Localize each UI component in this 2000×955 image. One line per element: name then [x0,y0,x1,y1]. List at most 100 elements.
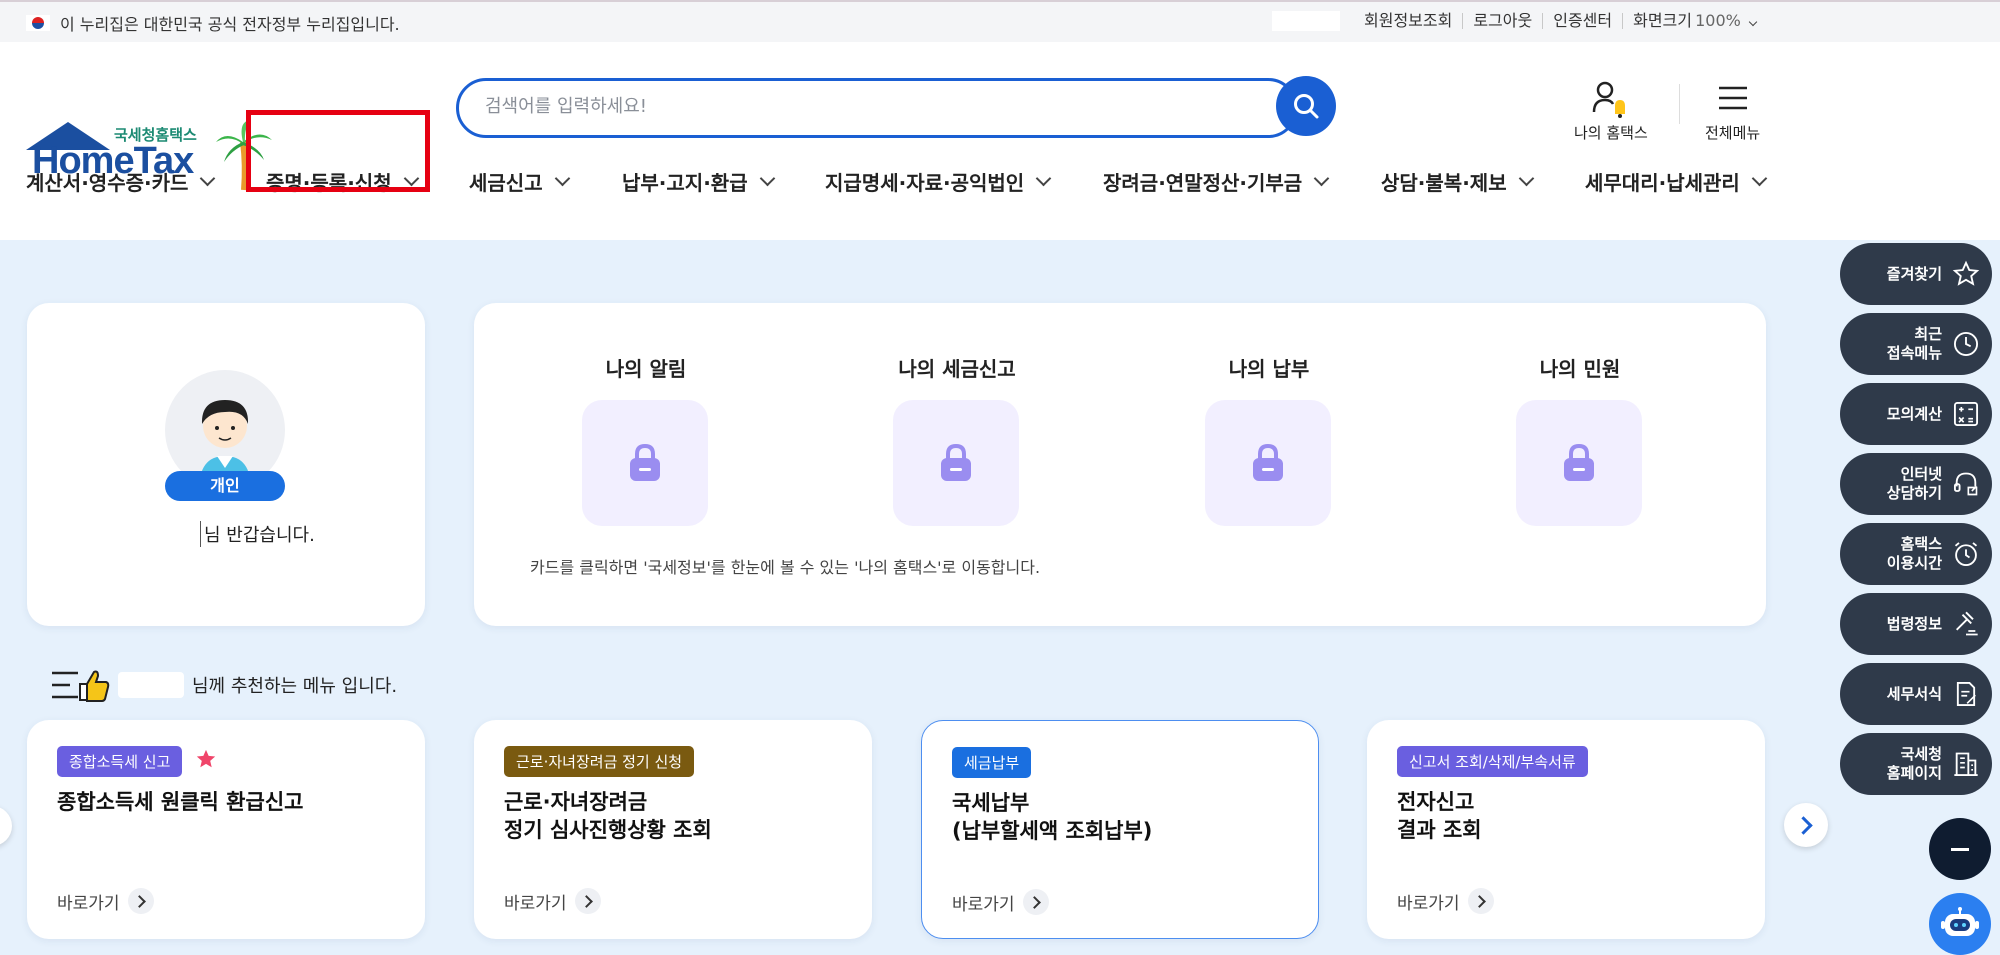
quick-label: 모의계산 [1886,404,1942,423]
my-hometax-note: 카드를 클릭하면 '국세정보'를 한눈에 볼 수 있는 '나의 홈택스'로 이동… [530,558,1041,577]
nav-label: 계산서·영수증·카드 [26,170,189,195]
nav-item-statements[interactable]: 지급명세·자료·공익법인 [825,152,1052,210]
carousel-next-button[interactable] [1784,803,1828,847]
chevron-right-icon [127,888,154,914]
card-title: 근로·자녀장려금 정기 심사진행상황 조회 [504,790,712,842]
my-alerts-title: 나의 알림 [605,357,687,381]
gov-notice: 이 누리집은 대한민국 공식 전자정부 누리집입니다. [26,11,400,35]
chevron-right-icon [1467,888,1494,914]
zoom-control[interactable]: 화면크기 100% [1622,13,1766,29]
my-alerts-card[interactable]: 나의 알림 [582,353,710,526]
member-info-link[interactable]: 회원정보조회 [1354,13,1462,29]
chatbot-button[interactable] [1929,893,1991,955]
quick-label: 법령정보 [1886,614,1942,633]
zoom-value: 100% [1695,11,1741,30]
my-tax-filing-card[interactable]: 나의 세금신고 [893,353,1021,526]
recommend-heading: 님께 추천하는 메뉴 입니다. [50,668,397,702]
all-menu-button[interactable]: 전체메뉴 [1705,78,1760,143]
alarm-icon [1954,542,1978,567]
go-link[interactable]: 바로가기 [504,888,601,914]
my-hometax-card: 나의 알림 나의 세금신고 나의 납부 나의 민원 카드를 클릭하면 '국세정보… [474,303,1766,626]
quick-label: 국세청 홈페이지 [1886,745,1942,782]
go-link[interactable]: 바로가기 [57,888,154,914]
nav-item-incentives[interactable]: 장려금·연말정산·기부금 [1103,152,1330,210]
go-link[interactable]: 바로가기 [952,889,1049,915]
greeting-text: 님 반갑습니다. [200,521,315,547]
my-civil-title: 나의 민원 [1539,357,1621,381]
quick-online-consult[interactable]: 인터넷 상담하기 [1840,453,1992,515]
nav-item-payment[interactable]: 납부·고지·환급 [622,152,775,210]
nav-item-tax-agent[interactable]: 세무대리·납세관리 [1585,152,1768,210]
chevron-down-icon [554,170,570,187]
nav-item-certificate[interactable]: 증명·등록·신청 [266,152,419,210]
zoom-label: 화면크기 [1633,11,1692,30]
my-hometax-button[interactable]: 나의 홈택스 [1574,78,1648,143]
go-link[interactable]: 바로가기 [1397,888,1494,914]
category-badge: 신고서 조회/삭제/부속서류 [1397,746,1588,777]
go-label: 바로가기 [1397,893,1460,914]
my-hometax-label: 나의 홈택스 [1574,124,1648,142]
search-icon [1294,94,1319,119]
lock-icon [1253,443,1283,481]
go-label: 바로가기 [57,893,120,914]
category-badge: 종합소득세 신고 [57,746,183,777]
user-name-masked [1272,11,1340,31]
search-button[interactable] [1276,76,1336,136]
recommend-card-2[interactable]: 근로·자녀장려금 정기 신청 근로·자녀장려금 정기 심사진행상황 조회 바로가… [474,720,872,939]
chevron-down-icon [1313,170,1330,187]
calculator-icon [1953,401,1979,427]
quick-law-info[interactable]: 법령정보 [1840,593,1992,655]
chevron-down-icon [759,170,775,187]
profile-card: 개인 님 반갑습니다. [27,303,425,626]
nav-label: 상담·불복·제보 [1381,170,1507,195]
clock-icon [1953,331,1979,357]
recommend-card-4[interactable]: 신고서 조회/삭제/부속서류 전자신고 결과 조회 바로가기 [1367,720,1765,939]
quick-label: 홈택스 이용시간 [1886,535,1942,572]
card-title: 전자신고 결과 조회 [1397,790,1482,842]
locked-box [582,400,708,526]
my-payment-card[interactable]: 나의 납부 [1205,353,1333,526]
quick-nts-homepage[interactable]: 국세청 홈페이지 [1840,733,1992,795]
nav-label: 세금신고 [469,170,543,195]
quick-calculator[interactable]: 모의계산 [1840,383,1992,445]
chevron-right-icon [1022,889,1049,915]
locked-box [1516,400,1642,526]
logout-link[interactable]: 로그아웃 [1462,13,1542,29]
nav-label: 장려금·연말정산·기부금 [1103,170,1303,195]
recommend-card-3[interactable]: 세금납부 국세납부 (납부할세액 조회납부) 바로가기 [921,720,1319,939]
cert-center-link[interactable]: 인증센터 [1542,13,1622,29]
go-label: 바로가기 [952,894,1015,915]
menu-thumbs-up-icon [52,670,110,702]
chevron-right-icon [574,888,601,914]
korea-flag-icon [26,15,50,31]
my-payment-title: 나의 납부 [1228,357,1310,381]
locked-box [1205,400,1331,526]
quick-favorites[interactable]: 즐겨찾기 [1840,243,1992,305]
my-civil-card[interactable]: 나의 민원 [1516,353,1644,526]
card-title: 종합소득세 원클릭 환급신고 [57,790,304,814]
chevron-down-icon [200,170,216,187]
quick-tax-forms[interactable]: 세무서식 [1840,663,1992,725]
collapse-quick-menu-button[interactable] [1929,818,1991,880]
recommend-heading-text: 님께 추천하는 메뉴 입니다. [192,676,398,697]
nav-item-invoice[interactable]: 계산서·영수증·카드 [26,152,216,210]
chevron-down-icon [1035,170,1052,187]
quick-recent-menu[interactable]: 최근 접속메뉴 [1840,313,1992,375]
nav-label: 증명·등록·신청 [266,170,392,195]
search-box [456,78,1298,138]
star-filled-icon [196,749,216,768]
carousel-prev-button[interactable] [0,806,12,846]
nav-item-tax-filing[interactable]: 세금신고 [469,152,570,210]
quick-service-hours[interactable]: 홈택스 이용시간 [1840,523,1992,585]
nav-item-consult[interactable]: 상담·불복·제보 [1381,152,1534,210]
star-icon [1952,260,1980,286]
document-icon [1956,681,1976,707]
nav-label: 지급명세·자료·공익법인 [825,170,1025,195]
quick-label: 최근 접속메뉴 [1886,325,1942,362]
lock-icon [941,443,971,481]
search-input[interactable] [483,95,1247,118]
header-divider [1679,84,1680,124]
chevron-down-icon [1751,170,1768,187]
go-label: 바로가기 [504,893,567,914]
recommend-card-1[interactable]: 종합소득세 신고 종합소득세 원클릭 환급신고 바로가기 [27,720,425,939]
